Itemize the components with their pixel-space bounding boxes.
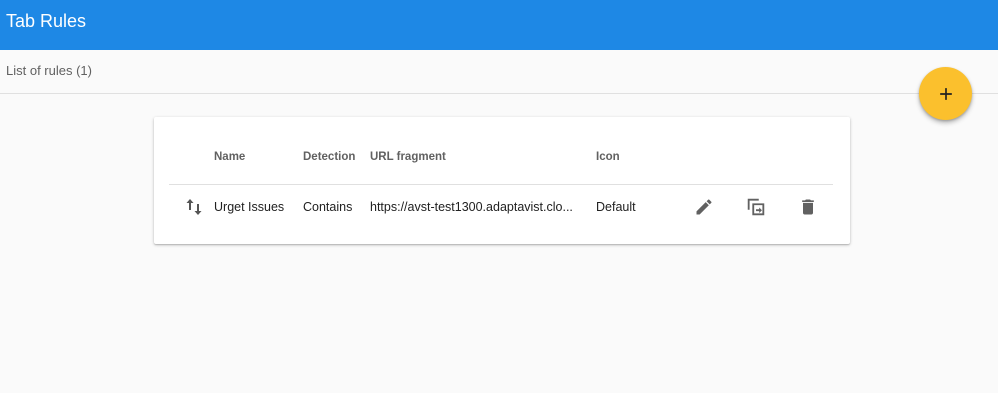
column-header-icon: Icon	[596, 151, 620, 163]
delete-icon	[802, 199, 814, 215]
edit-button[interactable]	[692, 195, 716, 219]
app-bar: Tab Rules	[0, 0, 998, 50]
rules-count-label: List of rules (1)	[6, 63, 92, 78]
plus-icon	[939, 87, 952, 100]
rule-name: Urget Issues	[214, 200, 285, 214]
reorder-icon[interactable]	[185, 197, 203, 217]
rule-icon: Default	[596, 200, 636, 214]
column-header-url-fragment: URL fragment	[370, 151, 446, 163]
column-header-detection: Detection	[303, 151, 356, 163]
duplicate-button[interactable]	[744, 195, 768, 219]
column-header-name: Name	[214, 151, 246, 163]
edit-icon	[696, 199, 712, 215]
delete-button[interactable]	[796, 195, 820, 219]
rule-url-fragment: https://avst-test1300.adaptavist.clo...	[370, 200, 573, 214]
list-subheader: List of rules (1)	[0, 50, 998, 94]
copy-icon	[747, 198, 765, 216]
add-rule-button[interactable]	[919, 67, 972, 120]
rule-detection: Contains	[303, 200, 353, 214]
app-title: Tab Rules	[6, 10, 87, 31]
rules-table-card: Name Detection URL fragment Icon Urget I…	[154, 117, 850, 244]
header-divider	[169, 184, 833, 185]
